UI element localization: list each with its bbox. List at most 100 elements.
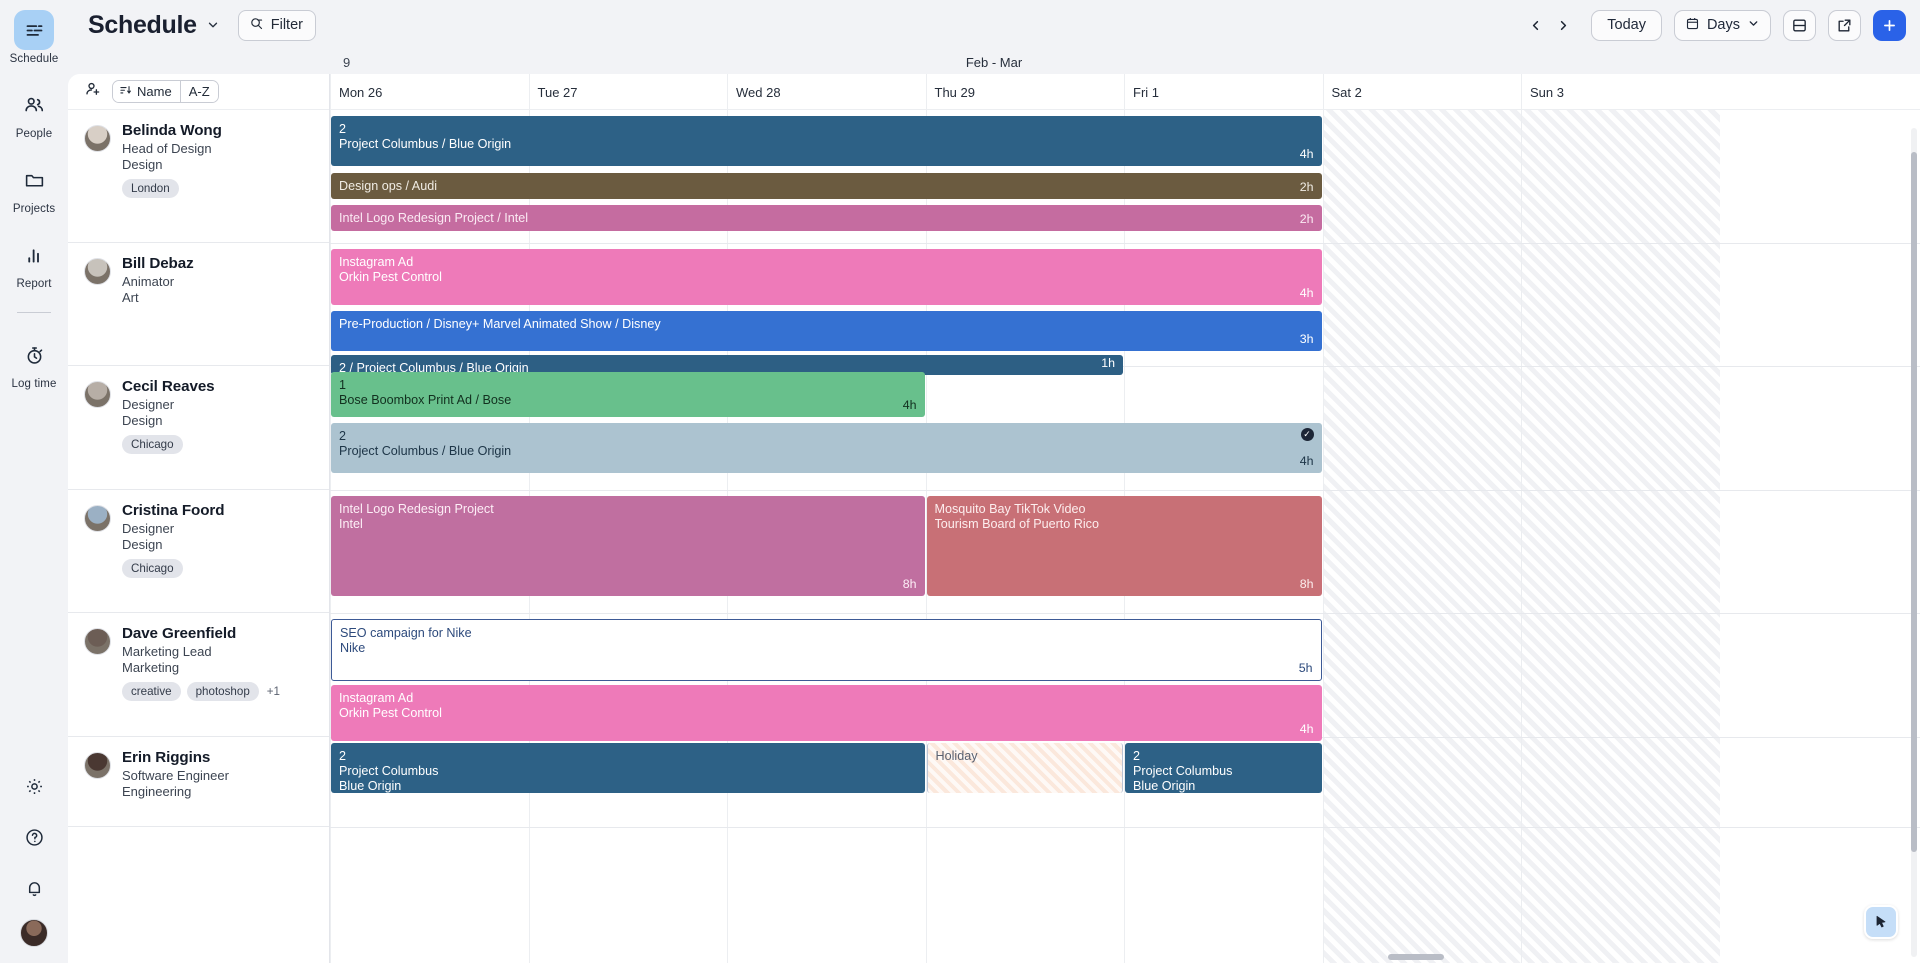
- next-period-button[interactable]: [1549, 11, 1577, 39]
- person-info: Dave GreenfieldMarketing LeadMarketingcr…: [122, 625, 282, 726]
- task-bar[interactable]: Intel Logo Redesign ProjectIntel 8h: [331, 496, 925, 596]
- people-list: Belinda WongHead of DesignDesignLondonBi…: [68, 110, 329, 827]
- task-subtitle: Project Columbus / Blue Origin: [339, 137, 1313, 152]
- task-bar[interactable]: SEO campaign for NikeNike5h: [331, 619, 1322, 681]
- task-bar[interactable]: 1Bose Boombox Print Ad / Bose4h: [331, 372, 925, 417]
- task-subtitle: Project Columbus: [1133, 764, 1313, 779]
- person-tag[interactable]: Chicago: [122, 559, 183, 578]
- sidebar-item-log-time[interactable]: Log time: [4, 335, 64, 390]
- person-role: Animator: [122, 274, 194, 290]
- person-tag[interactable]: creative: [122, 682, 181, 701]
- task-bar[interactable]: Mosquito Bay TikTok VideoTourism Board o…: [927, 496, 1322, 596]
- task-hours: 4h: [903, 398, 917, 413]
- date-column-header[interactable]: Mon 26: [330, 74, 529, 110]
- task-hours: 8h: [903, 577, 917, 592]
- date-column-header[interactable]: Sat 2: [1323, 74, 1522, 110]
- bell-icon[interactable]: [14, 868, 54, 908]
- avatar[interactable]: [20, 919, 48, 947]
- task-lanes: 2Project Columbus / Blue Origin4hDesign …: [330, 110, 1920, 963]
- person-tag[interactable]: London: [122, 179, 179, 198]
- task-bar[interactable]: 2Project Columbus / Blue Origin4h: [331, 116, 1322, 166]
- filter-button[interactable]: Filter: [238, 10, 316, 41]
- schedule-board: Name A-Z Belinda WongHead of DesignDesig…: [68, 74, 1920, 963]
- task-bar[interactable]: Intel Logo Redesign Project / Intel2h: [331, 205, 1322, 231]
- task-bar[interactable]: Design ops / Audi2h: [331, 173, 1322, 199]
- today-button[interactable]: Today: [1591, 10, 1662, 41]
- sidebar-item-schedule-label: Schedule: [10, 53, 59, 65]
- task-bar[interactable]: Instagram AdOrkin Pest Control4h: [331, 685, 1322, 741]
- person-row[interactable]: Dave GreenfieldMarketing LeadMarketingcr…: [68, 613, 329, 737]
- view-range-dropdown[interactable]: Days: [1674, 10, 1771, 41]
- task-subtitle: Orkin Pest Control: [339, 706, 1313, 721]
- task-title: 2: [339, 429, 1313, 444]
- task-title: Intel Logo Redesign Project: [339, 502, 916, 517]
- task-bar[interactable]: Instagram AdOrkin Pest Control4h: [331, 249, 1322, 305]
- person-tag[interactable]: photoshop: [187, 682, 259, 701]
- split-view-button[interactable]: [1783, 10, 1816, 41]
- task-title: 2: [1133, 749, 1313, 764]
- sidebar-item-people-label: People: [16, 128, 52, 140]
- filter-button-label: Filter: [271, 17, 303, 33]
- horizontal-scrollbar-thumb[interactable]: [1388, 954, 1444, 960]
- task-subtitle-secondary: Blue Origin: [339, 779, 916, 793]
- person-department: Design: [122, 537, 224, 553]
- person-row[interactable]: Bill DebazAnimatorArt: [68, 243, 329, 366]
- task-subtitle-secondary: Blue Origin: [1133, 779, 1313, 793]
- person-role: Marketing Lead: [122, 644, 282, 660]
- person-row[interactable]: Erin RigginsSoftware EngineerEngineering: [68, 737, 329, 827]
- task-bar[interactable]: Pre-Production / Disney+ Marvel Animated…: [331, 311, 1322, 351]
- sidebar-item-log-time-label: Log time: [12, 378, 57, 390]
- person-tag-overflow[interactable]: +1: [265, 682, 282, 701]
- date-column-header[interactable]: Fri 1: [1124, 74, 1323, 110]
- person-department: Design: [122, 157, 222, 173]
- title-chevron-down-icon[interactable]: [206, 18, 220, 32]
- today-button-label: Today: [1607, 17, 1646, 33]
- person-role: Software Engineer: [122, 768, 229, 784]
- sidebar-item-report[interactable]: Report: [4, 235, 64, 290]
- task-hours: 4h: [1300, 454, 1314, 469]
- person-tag[interactable]: Chicago: [122, 435, 183, 454]
- person-tags: Chicago: [122, 559, 224, 578]
- task-bar[interactable]: 2Project Columbus / Blue Origin4h✓: [331, 423, 1322, 473]
- person-row[interactable]: Cristina FoordDesignerDesignChicago: [68, 490, 329, 613]
- prev-period-button[interactable]: [1521, 11, 1549, 39]
- date-column-header[interactable]: Thu 29: [926, 74, 1125, 110]
- holiday-block[interactable]: Holiday: [927, 743, 1124, 793]
- add-button[interactable]: [1873, 10, 1906, 41]
- date-column-header[interactable]: Sun 3: [1521, 74, 1720, 110]
- task-bar[interactable]: 2Project ColumbusBlue Origin: [1125, 743, 1322, 793]
- help-icon[interactable]: [14, 817, 54, 857]
- avatar: [84, 258, 111, 285]
- task-subtitle: Intel: [339, 517, 916, 532]
- task-bar[interactable]: 2Project ColumbusBlue Origin: [331, 743, 925, 793]
- person-role: Designer: [122, 397, 215, 413]
- person-row[interactable]: Belinda WongHead of DesignDesignLondon: [68, 110, 329, 243]
- export-button[interactable]: [1828, 10, 1861, 41]
- vertical-scrollbar-thumb[interactable]: [1911, 152, 1917, 852]
- weekend-column-shading: [1323, 110, 1522, 963]
- task-title: 1: [339, 378, 916, 393]
- add-person-icon[interactable]: [84, 80, 102, 103]
- sort-control: Name A-Z: [112, 80, 219, 103]
- sidebar-item-people[interactable]: People: [4, 85, 64, 140]
- task-title: Instagram Ad: [339, 691, 1313, 706]
- sidebar-item-schedule[interactable]: Schedule: [4, 10, 64, 65]
- row-gridline: [330, 490, 1920, 491]
- page-title: Schedule: [88, 11, 197, 40]
- date-column-header[interactable]: Wed 28: [727, 74, 926, 110]
- gear-icon[interactable]: [14, 766, 54, 806]
- timeline-grid: Mon 26Tue 27Wed 28Thu 29Fri 1Sat 2Sun 3 …: [330, 74, 1920, 963]
- person-info: Bill DebazAnimatorArt: [122, 255, 194, 355]
- search-filter-icon: [249, 16, 264, 35]
- sidebar-item-report-label: Report: [16, 278, 51, 290]
- avatar: [84, 125, 111, 152]
- sort-order-button[interactable]: A-Z: [180, 81, 218, 102]
- task-hours: 4h: [1300, 722, 1314, 737]
- date-column-header[interactable]: Tue 27: [529, 74, 728, 110]
- sidebar-item-projects[interactable]: Projects: [4, 160, 64, 215]
- person-row[interactable]: Cecil ReavesDesignerDesignChicago: [68, 366, 329, 490]
- task-completed-check-icon: ✓: [1301, 428, 1314, 441]
- chevron-down-icon: [1747, 17, 1760, 34]
- sort-field-button[interactable]: Name: [113, 81, 180, 102]
- pointer-tool-button[interactable]: [1864, 905, 1898, 939]
